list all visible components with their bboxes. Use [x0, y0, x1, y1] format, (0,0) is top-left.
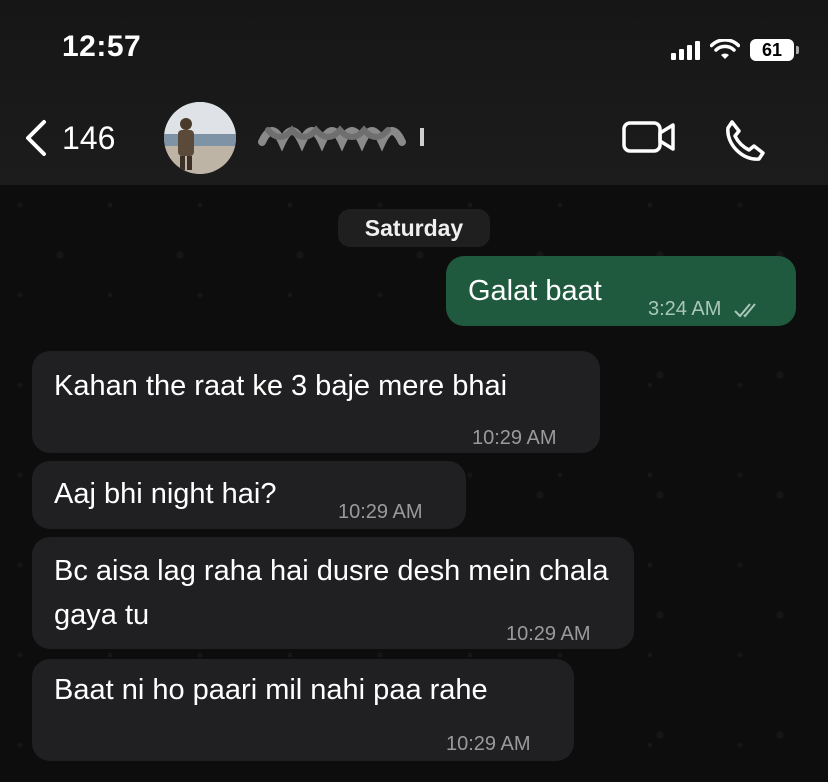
voice-call-button[interactable]	[722, 118, 766, 167]
message-bubble-outgoing[interactable]: Galat baat 3:24 AM	[446, 256, 796, 326]
video-camera-icon	[622, 121, 675, 153]
redaction-scribble	[258, 125, 424, 152]
battery-level: 61	[761, 39, 783, 60]
message-text: Baat ni ho paari mil nahi paa rahe	[54, 674, 488, 706]
message-text: Galat baat	[468, 275, 602, 307]
unread-count: 146	[62, 119, 116, 156]
avatar-photo	[164, 102, 236, 174]
battery-icon: 61	[750, 39, 799, 61]
phone-icon	[726, 120, 765, 161]
chat-messages-area[interactable]: Saturday Galat baat 3:24 AM Kahan the ra…	[0, 185, 828, 782]
contact-avatar[interactable]	[164, 102, 236, 174]
message-bubble-incoming[interactable]: Kahan the raat ke 3 baje mere bhai 10:29…	[32, 351, 600, 453]
wifi-icon	[710, 39, 740, 59]
chevron-left-icon	[26, 120, 46, 156]
message-time: 10:29 AM	[338, 501, 423, 523]
date-separator: Saturday	[338, 209, 490, 247]
cellular-signal-icon	[671, 40, 700, 60]
message-time: 10:29 AM	[446, 733, 531, 755]
double-check-read-icon	[734, 303, 756, 318]
chat-header: 12:57 61 146	[0, 0, 828, 185]
message-time-text: 3:24 AM	[648, 298, 722, 320]
message-bubble-incoming[interactable]: Bc aisa lag raha hai dusre desh mein cha…	[32, 537, 634, 649]
contact-name-redacted[interactable]	[258, 116, 428, 152]
message-bubble-incoming[interactable]: Baat ni ho paari mil nahi paa rahe 10:29…	[32, 659, 574, 761]
video-call-button[interactable]	[622, 118, 676, 161]
status-icons: 61	[671, 36, 799, 64]
message-time: 10:29 AM	[506, 623, 591, 645]
message-time: 10:29 AM	[472, 427, 557, 449]
message-bubble-incoming[interactable]: Aaj bhi night hai? 10:29 AM	[32, 461, 466, 529]
status-time: 12:57	[62, 30, 142, 63]
message-text: Aaj bhi night hai?	[54, 478, 277, 510]
back-button[interactable]: 146	[24, 118, 115, 158]
message-text: Kahan the raat ke 3 baje mere bhai	[54, 370, 508, 402]
message-time: 3:24 AM	[648, 288, 763, 330]
